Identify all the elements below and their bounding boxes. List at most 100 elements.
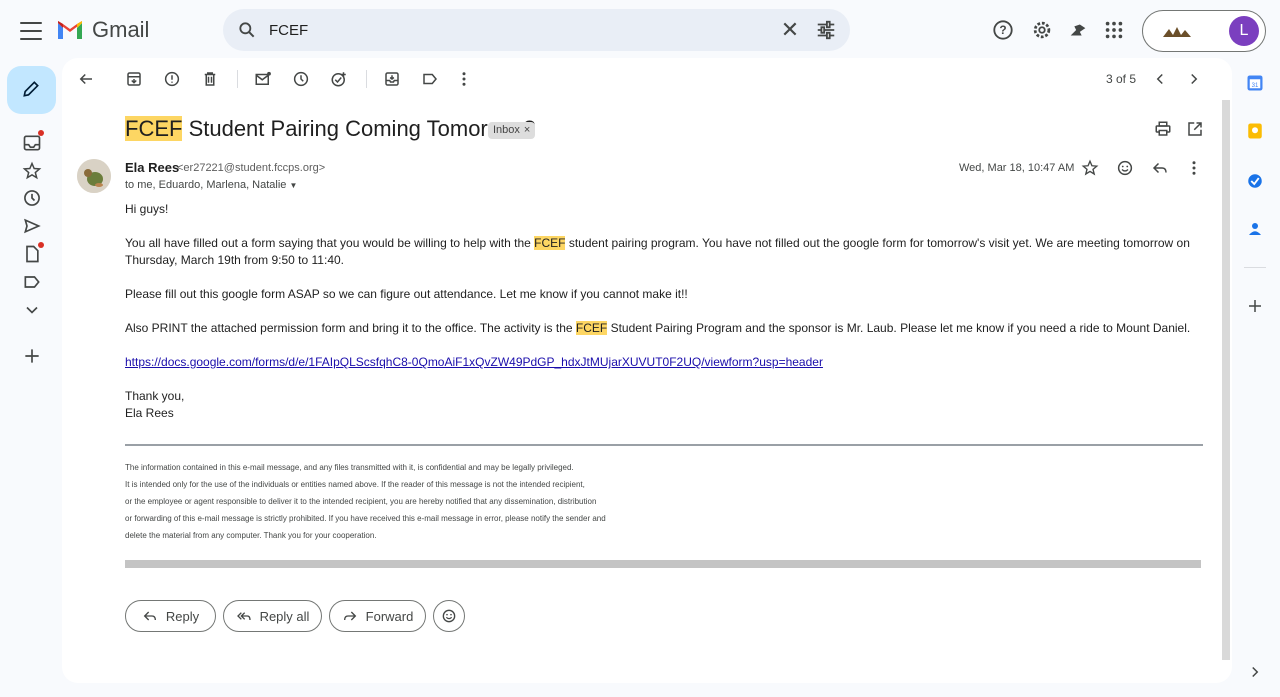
greeting: Hi guys!: [125, 202, 169, 216]
inbox-label-chip[interactable]: Inbox ×: [488, 122, 536, 139]
chevron-right-icon[interactable]: [1185, 70, 1203, 88]
recipients[interactable]: to me, Eduardo, Marlena, Natalie ▼: [125, 179, 297, 191]
google-form-link[interactable]: https://docs.google.com/forms/d/e/1FAIpQ…: [125, 355, 823, 369]
calendar-icon[interactable]: 31: [1246, 74, 1264, 92]
scrollbar[interactable]: [1222, 100, 1230, 660]
reply-all-button[interactable]: Reply all: [223, 600, 322, 632]
disclaimer-line: or forwarding of this e-mail message is …: [125, 514, 606, 523]
move-icon[interactable]: [383, 70, 401, 88]
text-run: Also PRINT the attached permission form …: [125, 321, 576, 335]
label-outline-icon[interactable]: [421, 70, 439, 88]
trash-icon[interactable]: [201, 70, 219, 88]
reply-all-label: Reply all: [259, 608, 310, 624]
reply-label: Reply: [165, 608, 200, 624]
svg-text:31: 31: [1252, 83, 1259, 89]
emoji-reaction-button[interactable]: [433, 600, 465, 632]
gemini-icon[interactable]: [1067, 19, 1089, 41]
text-run: Student Pairing Program and the sponsor …: [607, 321, 1191, 335]
label-name: Inbox: [493, 124, 520, 136]
inbox-icon[interactable]: [22, 133, 42, 153]
toolbar-divider: [366, 70, 367, 88]
emoji-icon[interactable]: [1116, 159, 1134, 177]
forward-button[interactable]: Forward: [329, 600, 426, 632]
signoff-line-1: Thank you,: [125, 389, 185, 403]
email-date: Wed, Mar 18, 10:47 AM: [959, 162, 1075, 174]
subject-text: Student Pairing Coming Tomorrow?: [182, 116, 536, 141]
reply-icon[interactable]: [1151, 159, 1169, 177]
top-bar: Gmail ✕ ? L: [0, 0, 1280, 62]
snooze-icon[interactable]: [292, 70, 310, 88]
plus-icon[interactable]: [1246, 297, 1264, 315]
message-panel: 3 of 5 FCEF Student Pairing Coming Tomor…: [62, 58, 1232, 683]
recipients-text: to me, Eduardo, Marlena, Natalie: [125, 179, 287, 191]
sender-name[interactable]: Ela Rees: [125, 160, 179, 175]
reply-button[interactable]: Reply: [125, 600, 216, 632]
search-input[interactable]: [269, 17, 769, 43]
apps-icon[interactable]: [1103, 19, 1125, 41]
reply-all-icon: [236, 612, 251, 621]
unread-dot: [38, 130, 44, 136]
forward-label: Forward: [365, 608, 414, 624]
unread-dot: [38, 242, 44, 248]
report-icon[interactable]: [163, 70, 181, 88]
pager-text: 3 of 5: [1106, 72, 1137, 86]
email-subject: FCEF Student Pairing Coming Tomorrow?: [125, 116, 535, 142]
toolbar-divider: [237, 70, 238, 88]
text-run: You all have filled out a form saying th…: [125, 236, 535, 250]
more-vert-icon[interactable]: [455, 70, 473, 88]
body-paragraph-3: Also PRINT the attached permission form …: [125, 320, 1200, 337]
search-icon[interactable]: [237, 20, 257, 40]
label-icon[interactable]: [22, 272, 42, 292]
form-link-line: https://docs.google.com/forms/d/e/1FAIpQ…: [125, 354, 1200, 371]
body-paragraph-1: You all have filled out a form saying th…: [125, 235, 1200, 269]
disclaimer-line: delete the material from any computer. T…: [125, 531, 377, 540]
send-icon[interactable]: [22, 216, 42, 236]
gmail-logo[interactable]: Gmail: [56, 17, 149, 43]
compose-button[interactable]: [7, 66, 56, 114]
help-icon[interactable]: ?: [992, 19, 1014, 41]
archive-icon[interactable]: [125, 70, 143, 88]
chevron-right-icon[interactable]: [1246, 663, 1264, 681]
avatar[interactable]: L: [1229, 16, 1259, 46]
search-bar[interactable]: ✕: [223, 9, 850, 51]
search-highlight: FCEF: [575, 321, 608, 335]
more-vert-icon[interactable]: [1185, 159, 1203, 177]
plus-icon[interactable]: [22, 346, 42, 366]
clock-icon[interactable]: [22, 188, 42, 208]
chevron-down-icon[interactable]: ▼: [289, 181, 297, 190]
tune-icon[interactable]: [815, 19, 837, 41]
app-name: Gmail: [92, 17, 150, 42]
sender-email: <er27221@student.fccps.org>: [177, 162, 326, 174]
side-panel-divider: [1244, 267, 1266, 268]
chevron-left-icon[interactable]: [1151, 70, 1169, 88]
disclaimer-line: or the employee or agent responsible to …: [125, 497, 597, 506]
fccps-logo: [1163, 27, 1191, 37]
back-arrow-icon[interactable]: [77, 70, 95, 88]
emoji-icon: [442, 609, 456, 623]
reply-icon: [143, 611, 156, 621]
keep-icon[interactable]: [1246, 122, 1264, 140]
gmail-m-icon: [58, 21, 82, 39]
star-icon[interactable]: [1081, 159, 1099, 177]
add-task-icon[interactable]: [330, 70, 348, 88]
forward-icon: [343, 611, 356, 621]
print-icon[interactable]: [1154, 120, 1172, 138]
contacts-icon[interactable]: [1246, 220, 1264, 238]
open-new-icon[interactable]: [1186, 120, 1204, 138]
close-icon[interactable]: ✕: [779, 19, 801, 41]
disclaimer-line: It is intended only for the use of the i…: [125, 480, 585, 489]
remove-label-icon[interactable]: ×: [524, 124, 530, 136]
chevron-down-icon[interactable]: [22, 300, 42, 320]
turtle-icon: [77, 159, 111, 193]
star-icon[interactable]: [22, 161, 42, 181]
settings-icon[interactable]: [1031, 19, 1053, 41]
search-highlight: FCEF: [534, 236, 566, 250]
tasks-icon[interactable]: [1246, 172, 1264, 190]
sender-avatar[interactable]: [77, 159, 111, 193]
body-paragraph-2: Please fill out this google form ASAP so…: [125, 287, 688, 301]
subject-highlight: FCEF: [125, 116, 183, 141]
account-switcher[interactable]: L: [1142, 10, 1266, 52]
mark-unread-icon[interactable]: [254, 70, 272, 88]
menu-icon[interactable]: [18, 19, 44, 43]
disclaimer-line: The information contained in this e-mail…: [125, 463, 574, 472]
